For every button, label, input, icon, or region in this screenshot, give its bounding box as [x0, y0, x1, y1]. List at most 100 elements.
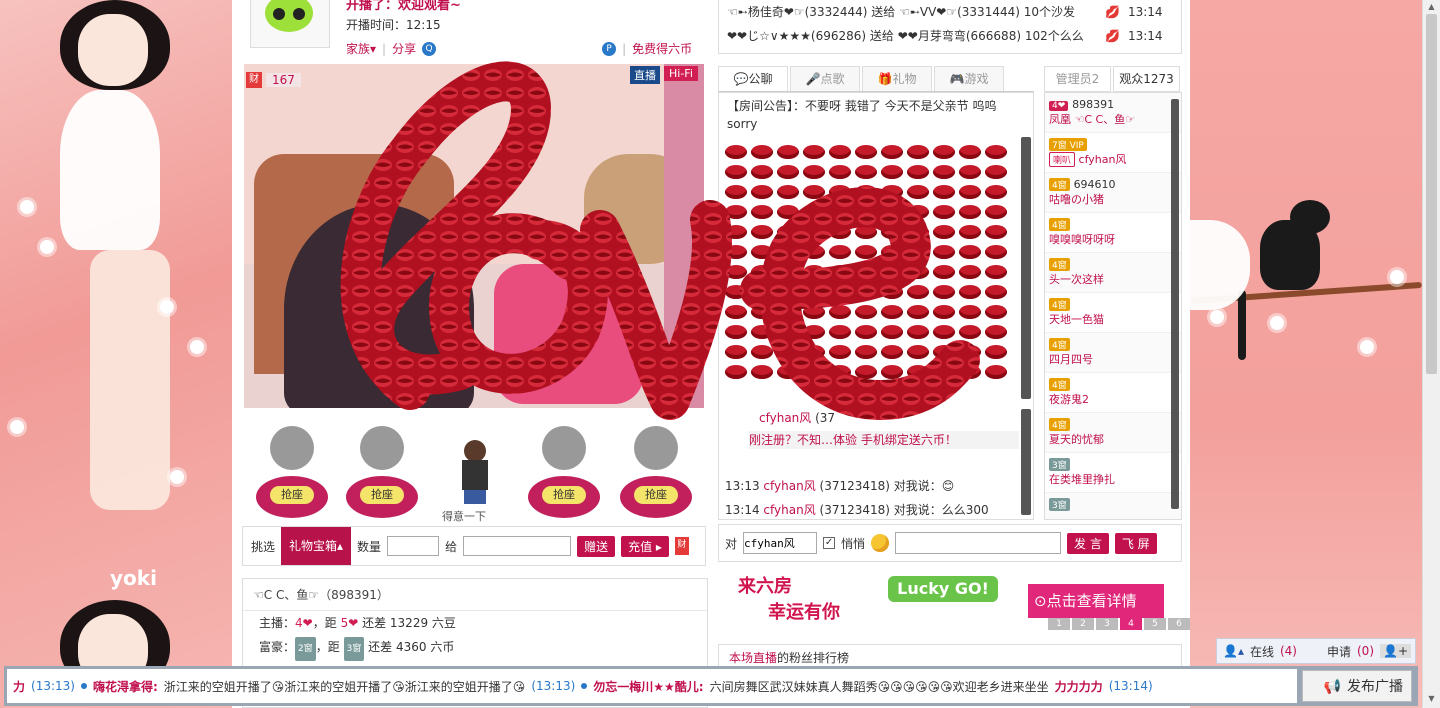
lips-icon: [777, 325, 799, 339]
lips-icon: [985, 225, 1007, 239]
gift-message-text: ❤❤じ☆∨★★★(696286) 送给 ❤❤月芽弯弯(666688) 102个么…: [727, 29, 1084, 43]
apply-count[interactable]: (0): [1357, 644, 1374, 658]
emoji-picker-icon[interactable]: [871, 534, 890, 552]
chat-user[interactable]: cfyhan风: [763, 503, 815, 517]
grab-seat-button[interactable]: 抢座: [542, 486, 586, 504]
scrollbar-thumb[interactable]: [1426, 14, 1437, 374]
gift-icon: 🎁: [877, 72, 893, 86]
lips-icon: [907, 245, 929, 259]
user-name: 嗅嗅嗅呀呀呀: [1049, 233, 1115, 246]
ticker-user[interactable]: 嗨花淂拿得:: [93, 678, 158, 695]
register-link[interactable]: 刚注册？不知: [749, 433, 821, 447]
ticker-user[interactable]: 勿忘一梅川★★酷儿:: [593, 678, 703, 695]
recipient-input[interactable]: [463, 536, 572, 556]
fan-ranking-prefix[interactable]: 本场直播: [729, 651, 777, 665]
family-link[interactable]: 家族▾: [346, 40, 376, 57]
banner-line-1: 来六房: [738, 576, 792, 597]
lips-icon: [855, 265, 877, 279]
lips-icon: [881, 325, 903, 339]
lips-icon: [907, 165, 929, 179]
banner-page[interactable]: 6: [1168, 618, 1190, 630]
tab-song-request[interactable]: 🎤点歌: [790, 66, 860, 91]
audience-user[interactable]: 4窗 天地一色猫: [1045, 293, 1181, 333]
banner-page[interactable]: 3: [1096, 618, 1118, 630]
audience-scrollbar[interactable]: [1171, 99, 1179, 509]
lips-icon: [829, 305, 851, 319]
share-link[interactable]: 分享: [392, 40, 416, 57]
scroll-up-icon[interactable]: ▲: [1426, 2, 1437, 12]
add-user-icon[interactable]: 👤+: [1380, 644, 1411, 658]
wealth-icon: 财: [246, 72, 262, 88]
banner-page[interactable]: 5: [1144, 618, 1166, 630]
lips-icon: [985, 285, 1007, 299]
tab-gifts[interactable]: 🎁礼物: [862, 66, 932, 91]
hifi-toggle[interactable]: Hi-Fi: [664, 66, 698, 81]
chat-area[interactable]: 【房间公告】：不要呀 莪错了 今天不是父亲节 呜呜 sorry cfyhan风 …: [718, 92, 1034, 520]
banner-page-active[interactable]: 4: [1120, 618, 1142, 630]
lips-icon: [777, 205, 799, 219]
give-button[interactable]: 赠送: [577, 535, 616, 557]
send-button[interactable]: 发 言: [1067, 532, 1109, 554]
banner-page[interactable]: 1: [1048, 618, 1070, 630]
gift-box-tab[interactable]: 礼物宝箱▴: [281, 527, 352, 565]
whisper-checkbox[interactable]: ✓: [823, 537, 836, 549]
audience-user[interactable]: 4窗 夜游鬼2: [1045, 373, 1181, 413]
online-count[interactable]: (4): [1280, 644, 1297, 658]
share-weibo-icon[interactable]: P: [602, 41, 617, 56]
lips-icon: [829, 285, 851, 299]
lips-icon: [959, 205, 981, 219]
tab-admins[interactable]: 管理员2: [1044, 66, 1111, 92]
scroll-down-icon[interactable]: ▼: [1426, 694, 1437, 704]
publish-broadcast-button[interactable]: 📢 发布广播: [1302, 670, 1412, 702]
audience-user[interactable]: 4窗 694610 咕噜の小猪: [1045, 173, 1181, 213]
grab-seat-button[interactable]: 抢座: [360, 486, 404, 504]
banner-page[interactable]: 2: [1072, 618, 1094, 630]
private-chat-scrollbar[interactable]: [1021, 409, 1031, 515]
host-gap: 还差 13229 六豆: [362, 616, 456, 630]
chat-user[interactable]: cfyhan风: [763, 479, 815, 493]
audience-user[interactable]: 4窗 头一次这样: [1045, 253, 1181, 293]
tab-public-chat[interactable]: 💬公聊: [718, 66, 788, 91]
seat-avatar: [360, 426, 404, 470]
grab-seat-button[interactable]: 抢座: [634, 486, 678, 504]
share-qq-icon[interactable]: Q: [422, 41, 437, 56]
lips-icon: [803, 345, 825, 359]
lips-icon: [933, 305, 955, 319]
recharge-button[interactable]: 充值 ▸: [621, 535, 669, 557]
user-name: 喇叭 cfyhan风: [1049, 151, 1181, 167]
audience-user[interactable]: 3窗 在类堆里挣扎: [1045, 453, 1181, 493]
audience-user[interactable]: 4窗 嗅嗅嗅呀呀呀: [1045, 213, 1181, 253]
lips-icon: [725, 205, 747, 219]
chat-target-select[interactable]: [743, 532, 818, 554]
audience-user[interactable]: 4❤ 898391 凤凰 ☜C C、鱼☞: [1045, 93, 1181, 133]
host-avatar[interactable]: [250, 0, 330, 48]
quantity-input[interactable]: [387, 536, 440, 556]
lips-icon: [829, 365, 851, 379]
lips-icon: [959, 265, 981, 279]
bind-phone-link[interactable]: …体验 手机绑定送六币！: [821, 433, 957, 447]
chat-user[interactable]: cfyhan风: [759, 411, 811, 425]
promo-banner[interactable]: 来六房 幸运有你 Lucky GO! ⊙点击查看详情 1 2 3 4 5 6: [718, 568, 1190, 634]
lips-icon: [829, 165, 851, 179]
tab-games[interactable]: 🎮游戏: [934, 66, 1004, 91]
free-coins-link[interactable]: 免费得六币: [632, 40, 692, 57]
user-group-icon[interactable]: 👤▴: [1223, 644, 1244, 658]
lips-icon: [907, 305, 929, 319]
grab-seat-button[interactable]: 抢座: [270, 486, 314, 504]
audience-user[interactable]: 7窗 VIP 喇叭 cfyhan风: [1045, 133, 1181, 173]
lips-icon: [777, 345, 799, 359]
online-label: 在线: [1249, 644, 1274, 659]
page-scrollbar[interactable]: ▲ ▼: [1422, 0, 1440, 708]
audience-user[interactable]: 4窗 四月四号: [1045, 333, 1181, 373]
tab-label: 礼物: [892, 72, 917, 86]
tab-audience[interactable]: 观众1273: [1113, 66, 1180, 92]
fly-screen-button[interactable]: 飞 屏: [1114, 532, 1157, 554]
user-rank-badge: 4窗: [1049, 258, 1070, 271]
view-details-button[interactable]: ⊙点击查看详情: [1028, 584, 1164, 618]
chat-message-input[interactable]: [895, 532, 1062, 554]
audience-user[interactable]: 3窗: [1045, 493, 1181, 519]
ticker-content: 力 (13:13) 嗨花淂拿得: 浙江来的空姐开播了😘浙江来的空姐开播了😘浙江来…: [7, 669, 1297, 703]
chat-scrollbar[interactable]: [1021, 137, 1031, 399]
audience-user[interactable]: 4窗 夏天的忧郁: [1045, 413, 1181, 453]
video-player[interactable]: [244, 64, 704, 408]
